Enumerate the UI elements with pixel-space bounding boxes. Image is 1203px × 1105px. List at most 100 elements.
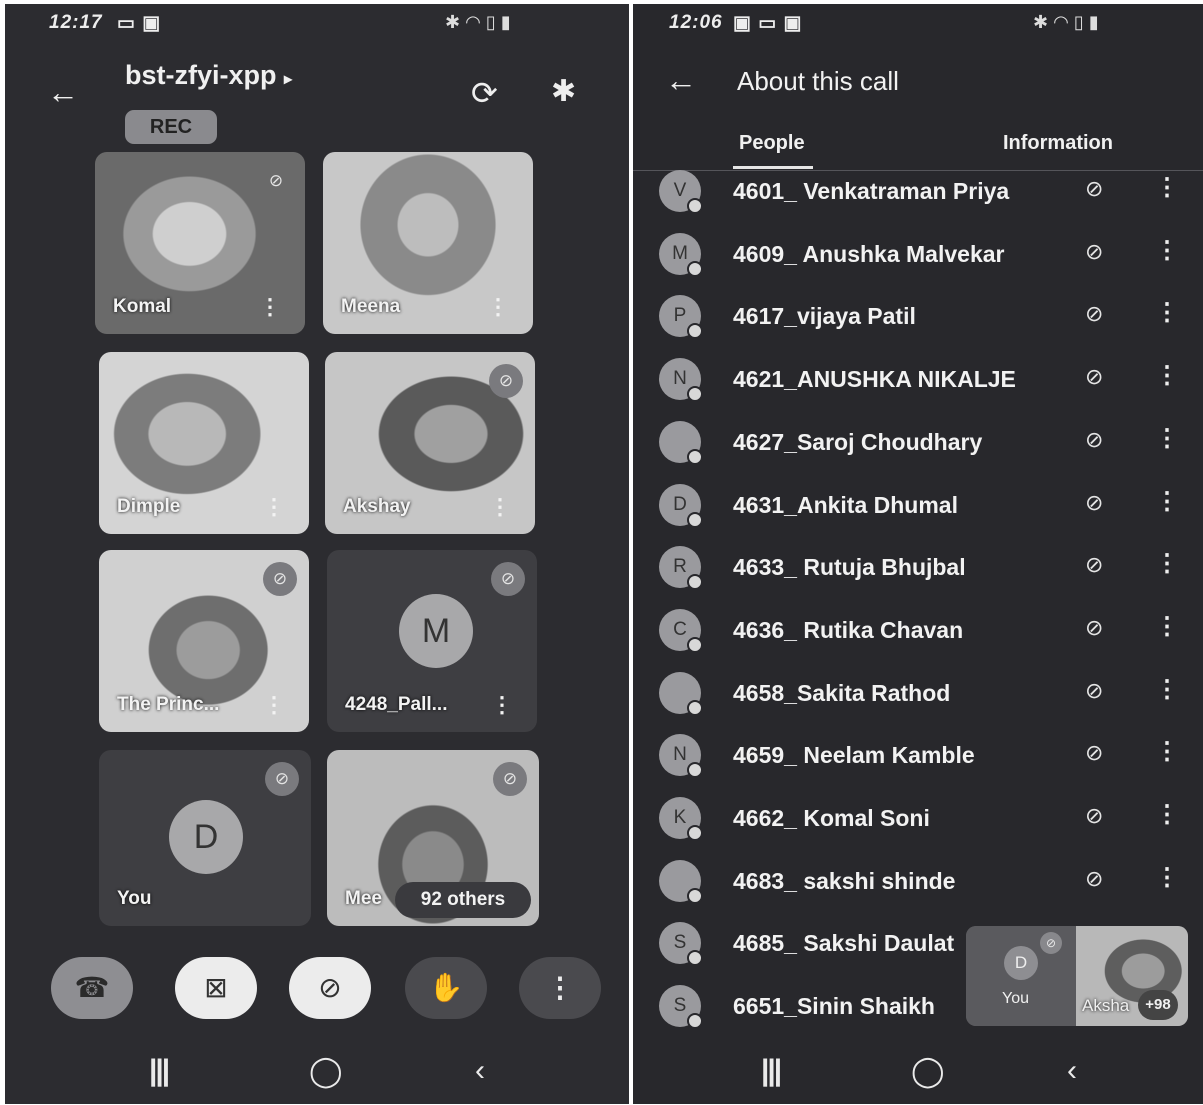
participant-name: 4601_ Venkatraman Priya bbox=[733, 178, 1010, 204]
mic-off-icon: ⊘ bbox=[489, 364, 523, 398]
mic-off-icon: ⊘ bbox=[268, 171, 284, 190]
home-icon[interactable]: ◯ bbox=[911, 1054, 945, 1089]
participant-row[interactable]: R 4633_ Rutuja Bhujbal ⊘ ⋮ bbox=[659, 546, 1199, 598]
participant-tile[interactable]: ⊘ Akshay ⋮ bbox=[325, 352, 535, 534]
avatar bbox=[659, 421, 703, 465]
participant-row[interactable]: P 4617_vijaya Patil ⊘ ⋮ bbox=[659, 295, 1199, 347]
tab-information[interactable]: Information bbox=[1003, 132, 1113, 155]
more-options-icon[interactable]: ⋮ bbox=[1155, 737, 1179, 766]
self-label: You bbox=[1002, 990, 1029, 1007]
status-icons: ✱ ◠ ▯ ▮ bbox=[1033, 12, 1099, 32]
more-options-icon[interactable]: ⋮ bbox=[489, 494, 511, 520]
participant-tile[interactable]: ⊘ Komal ⋮ bbox=[95, 152, 305, 334]
raise-hand-button[interactable]: ✋ bbox=[405, 957, 487, 1019]
recents-icon[interactable]: ||| bbox=[761, 1054, 782, 1088]
pip-self: D You ⊘ bbox=[966, 926, 1076, 1026]
participant-name: 4633_ Rutuja Bhujbal bbox=[733, 554, 966, 580]
participant-row[interactable]: M 4609_ Anushka Malvekar ⊘ ⋮ bbox=[659, 233, 1199, 285]
participant-name: 4609_ Anushka Malvekar bbox=[733, 241, 1005, 267]
mic-off-icon: ⊘ bbox=[1085, 490, 1104, 515]
participant-tile-self[interactable]: ⊘ D You bbox=[99, 750, 311, 926]
participant-row[interactable]: V 4601_ Venkatraman Priya ⊘ ⋮ bbox=[659, 170, 1199, 222]
status-dot bbox=[687, 888, 703, 904]
more-options-icon[interactable]: ⋮ bbox=[487, 294, 509, 320]
more-options-icon[interactable]: ⋮ bbox=[1155, 236, 1179, 265]
mic-off-icon: ⊘ bbox=[1085, 866, 1104, 891]
participant-row[interactable]: N 4621_ANUSHKA NIKALJE ⊘ ⋮ bbox=[659, 358, 1199, 410]
picture-in-picture[interactable]: D You ⊘ Aksha +98 bbox=[966, 926, 1188, 1026]
mic-off-icon: ⊘ bbox=[491, 562, 525, 596]
status-dot bbox=[687, 700, 703, 716]
back-nav-icon[interactable]: ‹ bbox=[475, 1054, 485, 1088]
more-options-icon[interactable]: ⋮ bbox=[1155, 361, 1179, 390]
participant-name: Aksha bbox=[1082, 996, 1130, 1015]
mic-off-icon: ⊘ bbox=[1085, 427, 1104, 452]
participant-tile[interactable]: ⊘ M 4248_Pall... ⋮ bbox=[327, 550, 537, 732]
participant-name: 6651_Sinin Shaikh bbox=[733, 993, 935, 1019]
participant-tile[interactable]: ⊘ The Princ... ⋮ bbox=[99, 550, 309, 732]
status-dot bbox=[687, 386, 703, 402]
participant-row[interactable]: N 4659_ Neelam Kamble ⊘ ⋮ bbox=[659, 734, 1199, 786]
more-options-icon[interactable]: ⋮ bbox=[491, 692, 513, 718]
bluetooth-icon[interactable]: ✱ bbox=[551, 74, 576, 109]
more-options-icon[interactable]: ⋮ bbox=[1155, 424, 1179, 453]
participant-name: 4659_ Neelam Kamble bbox=[733, 742, 975, 768]
more-options-icon[interactable]: ⋮ bbox=[1155, 173, 1179, 202]
participant-name: 4683_ sakshi shinde bbox=[733, 868, 956, 894]
back-nav-icon[interactable]: ‹ bbox=[1067, 1054, 1077, 1088]
participant-name: Komal bbox=[113, 296, 172, 317]
participant-name: 4621_ANUSHKA NIKALJE bbox=[733, 366, 1016, 392]
participant-row[interactable]: 4627_Saroj Choudhary ⊘ ⋮ bbox=[659, 421, 1199, 473]
mic-off-button[interactable]: ⊘ bbox=[289, 957, 371, 1019]
back-arrow-icon[interactable]: ← bbox=[47, 74, 79, 111]
mic-off-icon: ⊘ bbox=[1085, 678, 1104, 703]
more-options-icon[interactable]: ⋮ bbox=[1155, 612, 1179, 641]
more-options-button[interactable]: ⋮ bbox=[519, 957, 601, 1019]
participant-tile[interactable]: Dimple ⋮ bbox=[99, 352, 309, 534]
more-options-icon[interactable]: ⋮ bbox=[263, 692, 285, 718]
others-tile[interactable]: ⊘ Mee 92 others bbox=[327, 750, 539, 926]
participant-tile[interactable]: Meena ⋮ bbox=[323, 152, 533, 334]
more-options-icon[interactable]: ⋮ bbox=[1155, 863, 1179, 892]
status-dot bbox=[687, 825, 703, 841]
switch-camera-icon[interactable]: ⟳ bbox=[471, 74, 498, 112]
system-nav-bar: ||| ◯ ‹ bbox=[5, 1050, 629, 1090]
page-title: About this call bbox=[737, 66, 899, 96]
participant-row[interactable]: 4658_Sakita Rathod ⊘ ⋮ bbox=[659, 672, 1199, 724]
more-options-icon[interactable]: ⋮ bbox=[1155, 549, 1179, 578]
participant-name: You bbox=[117, 888, 152, 909]
participant-row[interactable]: D 4631_Ankita Dhumal ⊘ ⋮ bbox=[659, 484, 1199, 536]
camera-off-button[interactable]: ⊠ bbox=[175, 957, 257, 1019]
recents-icon[interactable]: ||| bbox=[149, 1054, 170, 1088]
back-arrow-icon[interactable]: ← bbox=[665, 62, 697, 99]
avatar: M bbox=[399, 594, 473, 668]
avatar: M bbox=[659, 233, 703, 277]
more-options-icon[interactable]: ⋮ bbox=[263, 494, 285, 520]
participant-name: 4662_ Komal Soni bbox=[733, 805, 930, 831]
avatar: N bbox=[659, 358, 703, 402]
home-icon[interactable]: ◯ bbox=[309, 1054, 343, 1089]
participant-row[interactable]: C 4636_ Rutika Chavan ⊘ ⋮ bbox=[659, 609, 1199, 661]
mic-off-icon: ⊘ bbox=[1085, 740, 1104, 765]
participant-row[interactable]: K 4662_ Komal Soni ⊘ ⋮ bbox=[659, 797, 1199, 849]
meeting-code[interactable]: bst-zfyi-xpp ▸ bbox=[125, 60, 292, 91]
avatar: R bbox=[659, 546, 703, 590]
participant-name: 4248_Pall... bbox=[345, 694, 448, 715]
end-call-button[interactable]: ☎ bbox=[51, 957, 133, 1019]
more-options-icon[interactable]: ⋮ bbox=[1155, 675, 1179, 704]
participant-name: Dimple bbox=[117, 496, 181, 517]
mic-off-icon: ⊘ bbox=[1040, 932, 1062, 954]
participant-row[interactable]: 4683_ sakshi shinde ⊘ ⋮ bbox=[659, 860, 1199, 912]
more-options-icon[interactable]: ⋮ bbox=[1155, 298, 1179, 327]
more-options-icon[interactable]: ⋮ bbox=[1155, 800, 1179, 829]
participant-name: 4627_Saroj Choudhary bbox=[733, 429, 983, 455]
status-dot bbox=[687, 637, 703, 653]
participant-name: 4636_ Rutika Chavan bbox=[733, 617, 964, 643]
meeting-screen: 12:17 ▭ ▣ ✱ ◠ ▯ ▮ ← bst-zfyi-xpp ▸ ⟳ ✱ R… bbox=[5, 4, 629, 1104]
mic-off-icon: ⊘ bbox=[1085, 239, 1104, 264]
avatar: K bbox=[659, 797, 703, 841]
tab-people[interactable]: People bbox=[739, 132, 805, 155]
status-icons: ✱ ◠ ▯ ▮ bbox=[445, 12, 511, 32]
more-options-icon[interactable]: ⋮ bbox=[259, 294, 281, 320]
more-options-icon[interactable]: ⋮ bbox=[1155, 487, 1179, 516]
